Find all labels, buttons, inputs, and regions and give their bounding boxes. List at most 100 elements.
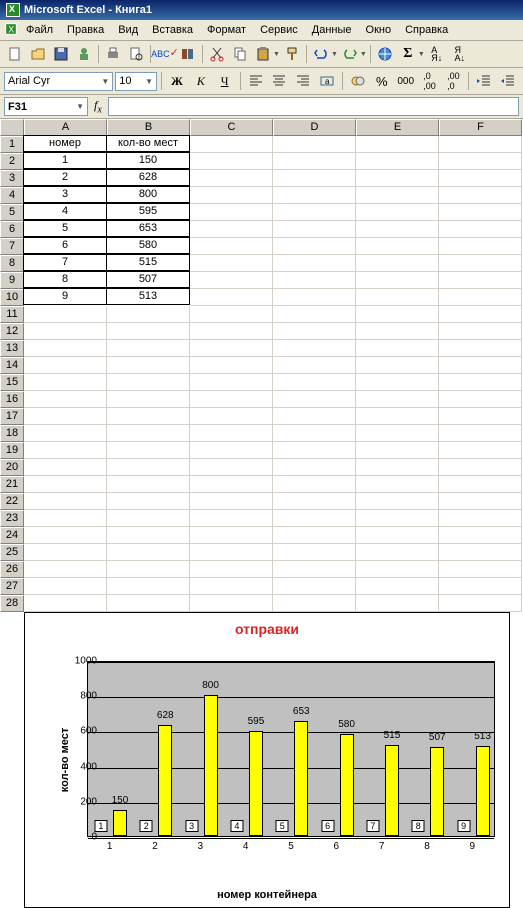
cell[interactable] xyxy=(356,238,439,255)
cell[interactable] xyxy=(273,255,356,272)
merge-center-icon[interactable]: a xyxy=(316,70,338,92)
menu-edit[interactable]: Правка xyxy=(61,22,110,38)
research-icon[interactable] xyxy=(177,43,199,65)
row-header[interactable]: 13 xyxy=(0,340,24,357)
cell[interactable] xyxy=(273,340,356,357)
cell[interactable] xyxy=(356,408,439,425)
cell[interactable] xyxy=(190,323,273,340)
cell[interactable] xyxy=(439,170,522,187)
cell[interactable] xyxy=(190,374,273,391)
row-header[interactable]: 5 xyxy=(0,204,24,221)
cell[interactable] xyxy=(107,442,190,459)
cell[interactable] xyxy=(273,272,356,289)
cell[interactable] xyxy=(190,306,273,323)
cell[interactable]: 2 xyxy=(23,169,107,186)
cell[interactable] xyxy=(273,493,356,510)
cell[interactable]: 513 xyxy=(106,288,190,305)
cell[interactable] xyxy=(107,510,190,527)
menu-view[interactable]: Вид xyxy=(112,22,144,38)
cell[interactable] xyxy=(439,136,522,153)
cell[interactable] xyxy=(107,408,190,425)
cell[interactable] xyxy=(356,374,439,391)
cell[interactable] xyxy=(190,493,273,510)
cell[interactable] xyxy=(24,595,107,612)
row-header[interactable]: 20 xyxy=(0,459,24,476)
fx-icon[interactable]: fx xyxy=(94,98,102,115)
cell[interactable] xyxy=(439,221,522,238)
menu-data[interactable]: Данные xyxy=(306,22,358,38)
cell[interactable] xyxy=(190,204,273,221)
cell[interactable] xyxy=(273,187,356,204)
column-header[interactable]: E xyxy=(356,119,439,136)
cell[interactable]: 653 xyxy=(106,220,190,237)
cell[interactable] xyxy=(439,578,522,595)
paste-icon[interactable] xyxy=(252,43,274,65)
cell[interactable] xyxy=(439,323,522,340)
align-right-icon[interactable] xyxy=(292,70,314,92)
cell[interactable] xyxy=(24,323,107,340)
cell[interactable] xyxy=(107,544,190,561)
cell[interactable] xyxy=(439,340,522,357)
name-box[interactable]: F31▼ xyxy=(4,97,88,116)
cell[interactable] xyxy=(273,289,356,306)
cell[interactable] xyxy=(439,357,522,374)
cell[interactable]: 580 xyxy=(106,237,190,254)
cell[interactable] xyxy=(439,493,522,510)
save-icon[interactable] xyxy=(50,43,72,65)
cell[interactable] xyxy=(190,527,273,544)
cell[interactable] xyxy=(273,374,356,391)
print-preview-icon[interactable] xyxy=(125,43,147,65)
cell[interactable] xyxy=(356,221,439,238)
row-header[interactable]: 3 xyxy=(0,170,24,187)
format-painter-icon[interactable] xyxy=(281,43,303,65)
cell[interactable] xyxy=(439,408,522,425)
row-header[interactable]: 26 xyxy=(0,561,24,578)
cell[interactable] xyxy=(356,459,439,476)
cell[interactable] xyxy=(439,442,522,459)
cell[interactable] xyxy=(356,357,439,374)
cell[interactable] xyxy=(356,561,439,578)
cell[interactable] xyxy=(356,391,439,408)
cell[interactable] xyxy=(356,493,439,510)
cell[interactable] xyxy=(24,493,107,510)
cell[interactable] xyxy=(190,561,273,578)
cell[interactable] xyxy=(190,476,273,493)
cell[interactable] xyxy=(24,544,107,561)
select-all-corner[interactable] xyxy=(0,119,24,136)
menu-help[interactable]: Справка xyxy=(399,22,454,38)
permission-icon[interactable] xyxy=(73,43,95,65)
row-header[interactable]: 23 xyxy=(0,510,24,527)
cell[interactable] xyxy=(356,578,439,595)
cell[interactable] xyxy=(190,170,273,187)
new-icon[interactable] xyxy=(4,43,26,65)
cell[interactable] xyxy=(190,272,273,289)
menu-format[interactable]: Формат xyxy=(201,22,252,38)
hyperlink-icon[interactable] xyxy=(374,43,396,65)
row-header[interactable]: 28 xyxy=(0,595,24,612)
cell[interactable]: 8 xyxy=(23,271,107,288)
cell[interactable] xyxy=(273,527,356,544)
cell[interactable]: 800 xyxy=(106,186,190,203)
cell[interactable] xyxy=(273,544,356,561)
italic-icon[interactable]: К xyxy=(190,70,212,92)
row-header[interactable]: 9 xyxy=(0,272,24,289)
cell[interactable] xyxy=(439,527,522,544)
cell[interactable] xyxy=(439,374,522,391)
sort-asc-icon[interactable]: АЯ↓ xyxy=(426,43,448,65)
cell[interactable] xyxy=(356,187,439,204)
underline-icon[interactable]: Ч xyxy=(214,70,236,92)
cell[interactable] xyxy=(439,238,522,255)
cell[interactable]: 5 xyxy=(23,220,107,237)
cell[interactable] xyxy=(356,306,439,323)
row-header[interactable]: 6 xyxy=(0,221,24,238)
cell[interactable] xyxy=(24,527,107,544)
cell[interactable] xyxy=(107,425,190,442)
cell[interactable] xyxy=(439,187,522,204)
cell[interactable] xyxy=(107,391,190,408)
cell[interactable] xyxy=(190,544,273,561)
autosum-icon[interactable]: Σ xyxy=(397,43,419,65)
cell[interactable]: номер контейнера xyxy=(23,135,107,152)
cell[interactable] xyxy=(190,289,273,306)
currency-icon[interactable] xyxy=(347,70,369,92)
cell[interactable]: 9 xyxy=(23,288,107,305)
